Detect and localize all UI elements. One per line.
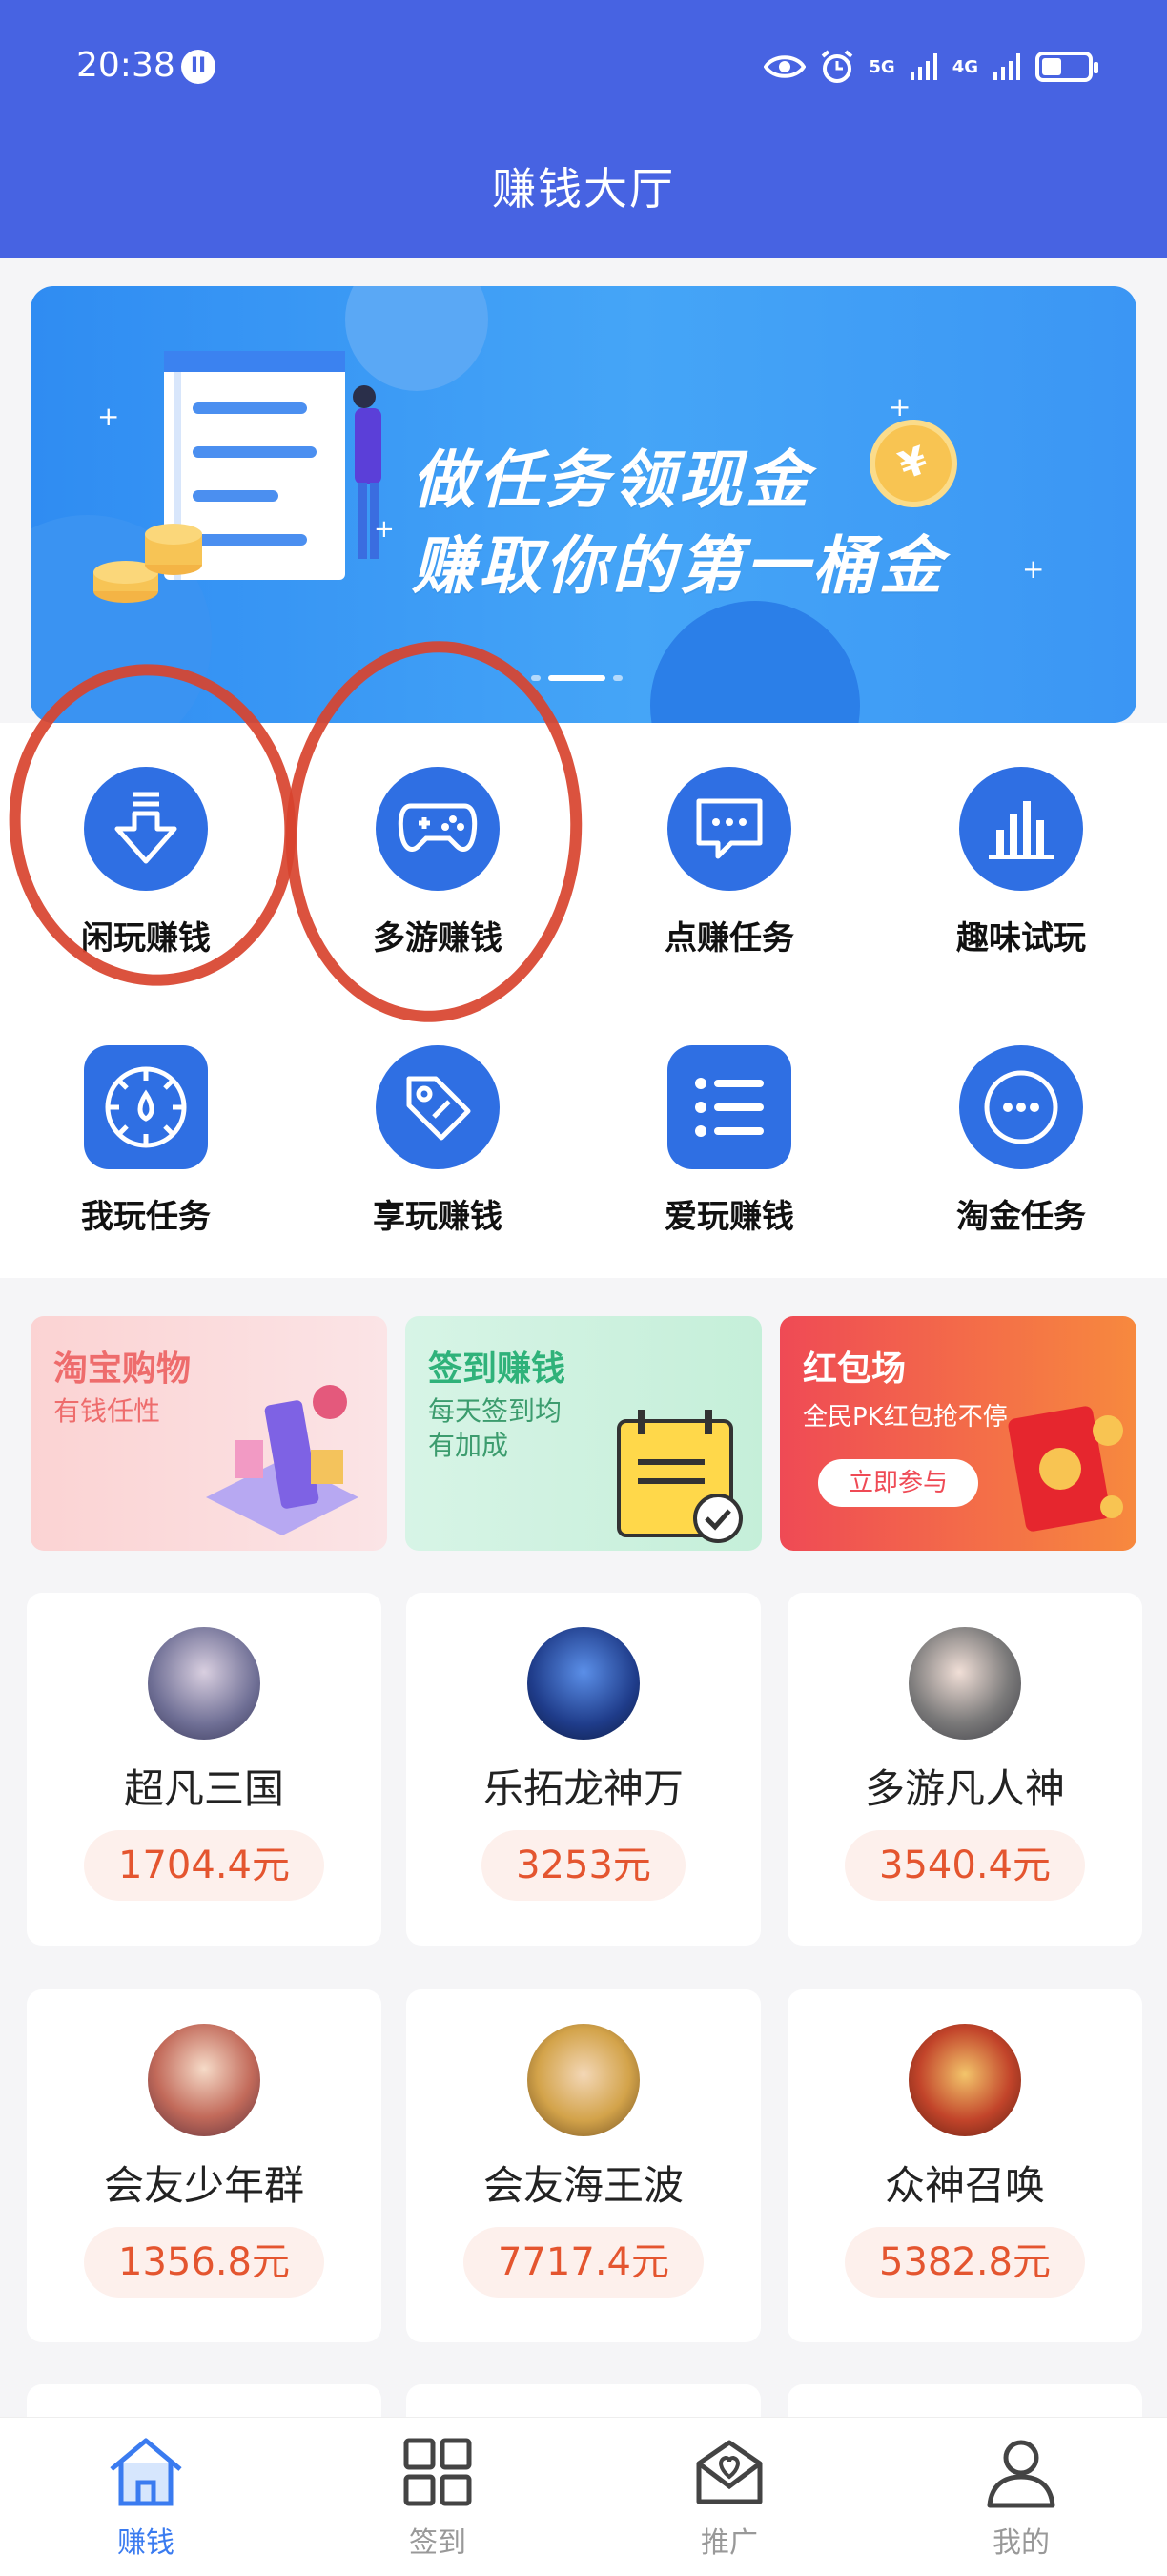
feature-label: 享玩赚钱 [373, 1198, 502, 1236]
banner-pagination[interactable] [531, 675, 623, 681]
status-time: 20:38 [76, 46, 175, 85]
feature-aiwan[interactable]: 爱玩赚钱 [584, 1001, 875, 1236]
game-reward: 3540.4元 [845, 1830, 1085, 1901]
promo-signin[interactable]: 签到赚钱 每天签到均 有加成 [405, 1316, 762, 1551]
game-name: 会友少年群 [103, 2162, 304, 2209]
promo-title: 红包场 [803, 1350, 907, 1389]
app-header: 20:38 II 5G 4G 赚钱大厅 [0, 0, 1167, 258]
promo-subtitle: 有加成 [428, 1430, 509, 1461]
network-5g-label: 5G [869, 56, 895, 77]
feature-wowan[interactable]: 我玩任务 [0, 1001, 292, 1236]
alarm-icon [822, 50, 853, 83]
game-card[interactable]: 多游凡人神 3540.4元 [788, 1593, 1142, 1946]
game-name: 会友海王波 [482, 2162, 684, 2209]
promo-title: 签到赚钱 [428, 1350, 566, 1389]
calendar-check-icon [617, 1410, 743, 1543]
nav-label: 赚钱 [117, 2526, 174, 2560]
promo-subtitle: 有钱任性 [53, 1395, 161, 1427]
more-dots-icon [959, 1045, 1083, 1169]
game-card[interactable]: 众神召唤 5382.8元 [788, 1989, 1142, 2342]
network-4g-label: 4G [952, 56, 978, 77]
promo-title: 淘宝购物 [53, 1350, 192, 1389]
nav-promote[interactable]: 推广 [584, 2435, 875, 2561]
game-reward: 7717.4元 [463, 2227, 704, 2298]
signal-icon-2 [993, 53, 1020, 80]
sparkle-icon: + [889, 391, 911, 422]
feature-label: 点赚任务 [665, 919, 794, 958]
coin-icon: ¥ [857, 407, 970, 520]
game-avatar [148, 1627, 260, 1740]
home-icon [110, 2438, 182, 2506]
game-reward: 1356.8元 [84, 2227, 324, 2298]
feature-label: 我玩任务 [81, 1198, 211, 1236]
nav-signin[interactable]: 签到 [292, 2435, 584, 2561]
document-illustration [93, 351, 381, 603]
status-icons: 5G 4G [764, 44, 1098, 90]
game-name: 多游凡人神 [864, 1765, 1065, 1812]
sparkle-icon: + [374, 515, 395, 544]
game-reward: 3253元 [481, 1830, 686, 1901]
banner-headline-2: 赚取你的第一桶金 [412, 529, 946, 603]
nav-mine[interactable]: 我的 [875, 2435, 1167, 2561]
battery-icon [1035, 52, 1098, 82]
grid-icon [403, 2438, 472, 2506]
game-name: 超凡三国 [123, 1765, 284, 1812]
game-avatar [527, 2024, 640, 2136]
game-avatar [909, 1627, 1021, 1740]
nav-label: 推广 [701, 2526, 758, 2560]
signal-icon [910, 53, 937, 80]
tag-icon [376, 1045, 500, 1169]
bar-chart-icon [959, 767, 1083, 891]
eye-icon [764, 55, 807, 78]
nav-label: 我的 [993, 2526, 1050, 2560]
feature-label: 爱玩赚钱 [665, 1198, 794, 1236]
heart-envelope-icon [696, 2440, 763, 2504]
join-now-button[interactable]: 立即参与 [818, 1459, 978, 1507]
feature-quwei[interactable]: 趣味试玩 [875, 723, 1167, 958]
game-reward: 5382.8元 [845, 2227, 1085, 2298]
nav-earn[interactable]: 赚钱 [0, 2435, 292, 2561]
feature-dianzhuan[interactable]: 点赚任务 [584, 723, 875, 958]
feature-xiangwan[interactable]: 享玩赚钱 [292, 1001, 584, 1236]
game-card[interactable]: 会友少年群 1356.8元 [27, 1989, 381, 2342]
nav-label: 签到 [409, 2526, 466, 2560]
red-envelope-icon [1008, 1406, 1123, 1532]
promo-banner[interactable]: 做任务领现金 赚取你的第一桶金 ¥ + + + + [31, 286, 1136, 723]
feature-label: 趣味试玩 [956, 919, 1086, 958]
promo-hongbao[interactable]: 红包场 全民PK红包抢不停 立即参与 [780, 1316, 1136, 1551]
game-avatar [909, 2024, 1021, 2136]
game-reward: 1704.4元 [84, 1830, 324, 1901]
game-card[interactable]: 会友海王波 7717.4元 [406, 1989, 761, 2342]
game-card[interactable]: 超凡三国 1704.4元 [27, 1593, 381, 1946]
promo-taobao[interactable]: 淘宝购物 有钱任性 [31, 1316, 387, 1551]
feature-label: 淘金任务 [956, 1198, 1086, 1236]
game-card[interactable]: 乐拓龙神万 3253元 [406, 1593, 761, 1946]
game-name: 乐拓龙神万 [482, 1765, 684, 1812]
game-name: 众神召唤 [884, 2162, 1045, 2209]
promo-subtitle: 全民PK红包抢不停 [803, 1403, 1008, 1432]
feature-taojin[interactable]: 淘金任务 [875, 1001, 1167, 1236]
banner-headline-1: 做任务领现金 [412, 443, 812, 517]
sparkle-icon: + [97, 401, 120, 432]
shopping-illustration [206, 1385, 358, 1535]
game-avatar [527, 1627, 640, 1740]
compass-icon [84, 1045, 208, 1169]
bottom-nav: 赚钱 签到 推广 我的 [0, 2417, 1167, 2576]
user-icon [987, 2440, 1055, 2508]
feature-grid: 闲玩赚钱 多游赚钱 点赚任务 趣味试玩 我玩任务 享玩赚钱 爱玩赚钱 淘金任务 [0, 630, 1167, 1278]
promo-subtitle: 每天签到均 [428, 1395, 563, 1427]
page-title: 赚钱大厅 [492, 163, 675, 215]
sparkle-icon: + [1022, 553, 1045, 585]
status-badge: II [181, 50, 215, 84]
chat-bubble-icon [667, 767, 791, 891]
list-icon [667, 1045, 791, 1169]
game-avatar [148, 2024, 260, 2136]
